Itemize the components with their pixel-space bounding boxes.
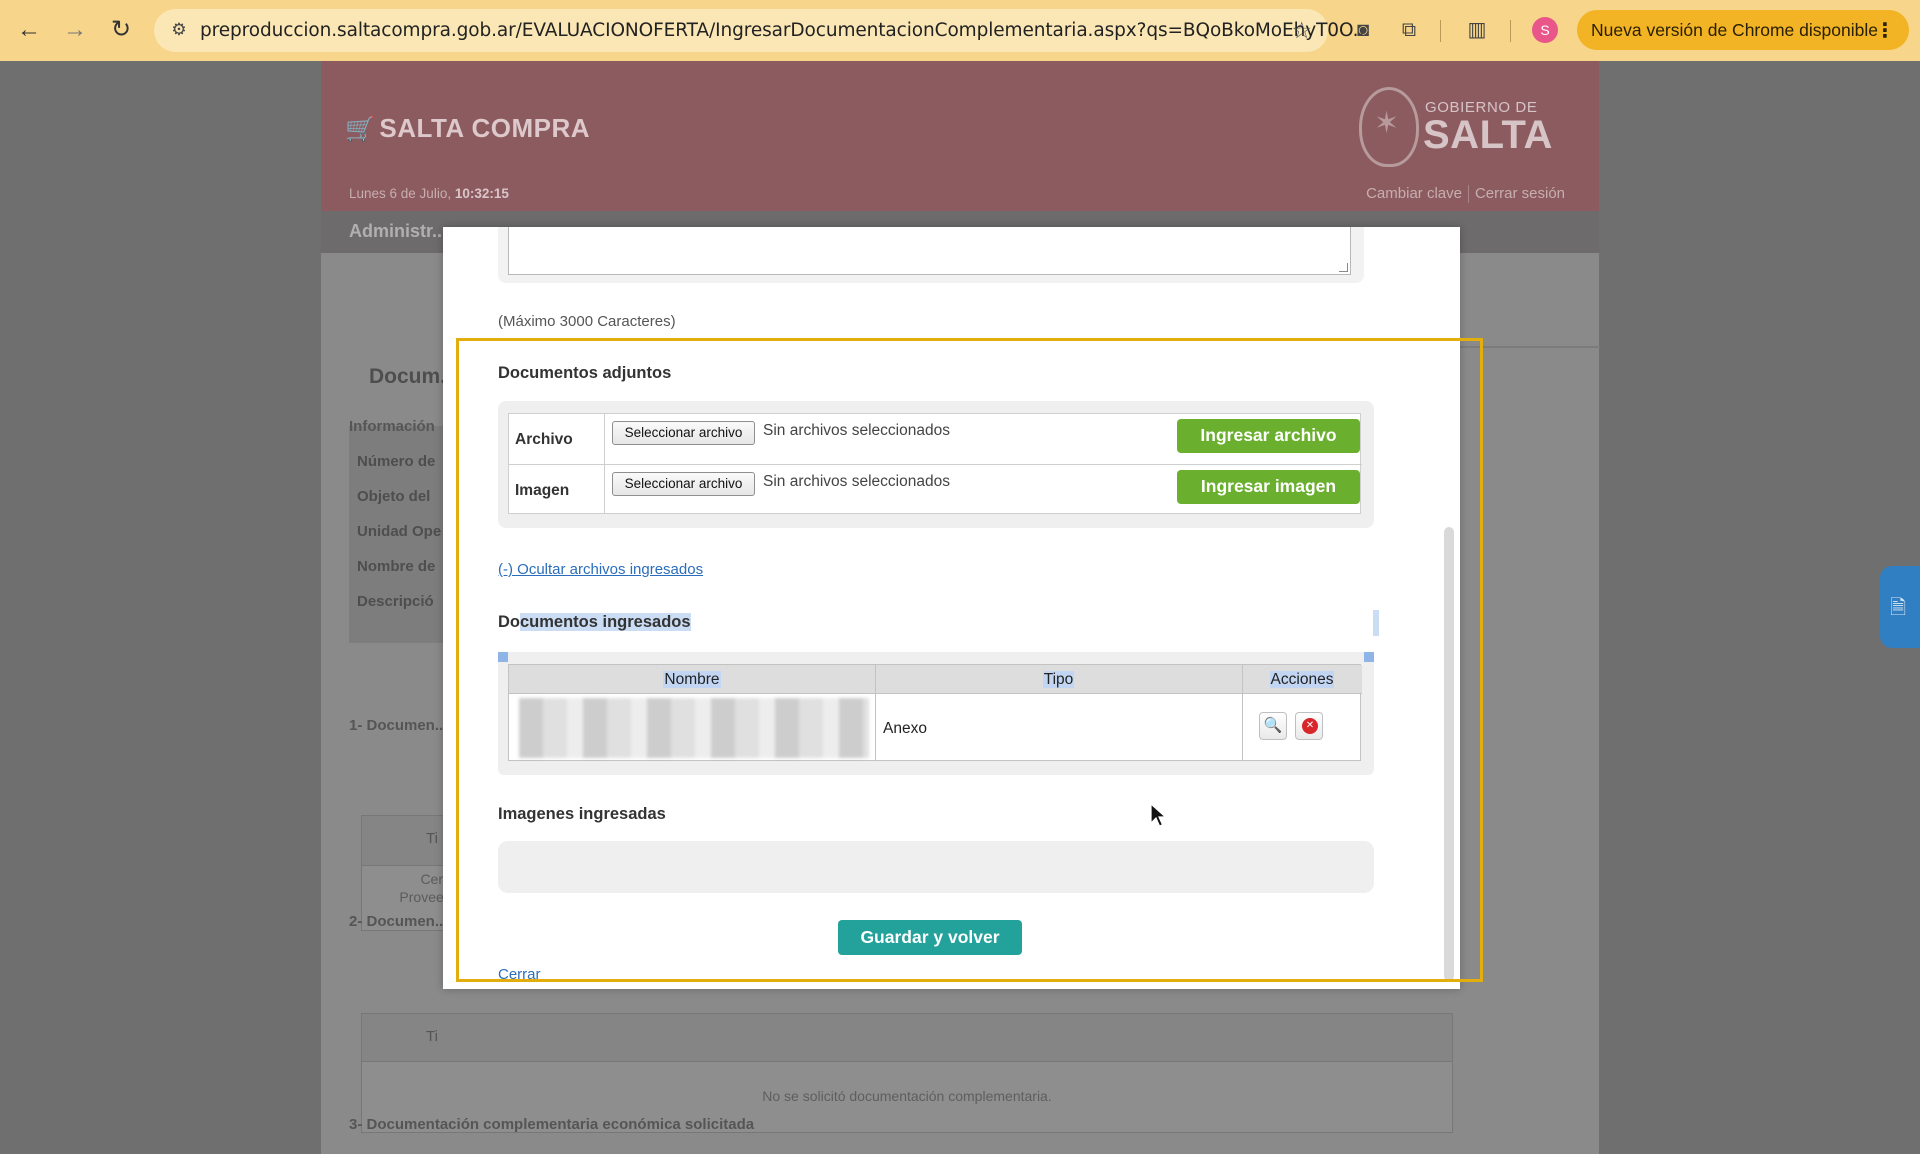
attach-label: Imagen: [515, 482, 570, 499]
attach-label: Archivo: [515, 431, 573, 448]
column-header-nombre: Nombre: [509, 665, 875, 694]
attach-table: Archivo Seleccionar archivo Sin archivos…: [508, 413, 1362, 514]
modal-scrollbar[interactable]: [1444, 527, 1454, 981]
browser-toolbar: ← → ↻ ⚙ preproduccion.saltacompra.gob.ar…: [0, 0, 1920, 61]
background-divider: [1460, 346, 1600, 348]
toolbar-divider: [1440, 20, 1441, 42]
image-status: Sin archivos seleccionados: [763, 473, 950, 490]
cart-icon: 🛒: [345, 116, 376, 143]
uploaded-images-title: Imagenes ingresadas: [498, 805, 666, 823]
gov-line2: SALTA: [1423, 113, 1553, 157]
uploaded-docs-title-a: Do: [498, 613, 520, 631]
forward-arrow-icon[interactable]: →: [60, 15, 90, 45]
column-header-tipo: Tipo: [875, 665, 1242, 694]
logout-link[interactable]: Cerrar sesión: [1475, 185, 1565, 202]
header-links: Cambiar clave Cerrar sesión: [1366, 185, 1565, 204]
change-password-link[interactable]: Cambiar clave: [1366, 185, 1462, 202]
info-label: Información: [349, 418, 435, 435]
brand-text: SALTA COMPRA: [379, 113, 591, 143]
chrome-update-button[interactable]: Nueva versión de Chrome disponible ⋮: [1577, 10, 1909, 50]
view-document-icon[interactable]: 🔍: [1259, 712, 1287, 740]
max-chars-hint: (Máximo 3000 Caracteres): [498, 313, 676, 330]
camera-icon[interactable]: ◙: [1348, 15, 1378, 45]
reload-icon[interactable]: ↻: [106, 15, 136, 45]
background-section-2: 2- Documen...: [349, 913, 448, 930]
selection-handle: [1364, 652, 1374, 662]
attached-docs-title: Documentos adjuntos: [498, 364, 672, 382]
save-and-return-button[interactable]: Guardar y volver: [838, 920, 1022, 955]
redacted-filename: [519, 698, 869, 758]
complementary-docs-modal: (Máximo 3000 Caracteres) Documentos adju…: [443, 227, 1460, 989]
doc-type-cell: Anexo: [883, 720, 927, 737]
salta-compra-logo[interactable]: 🛒 SALTA COMPRA: [345, 113, 590, 144]
url-text[interactable]: preproduccion.saltacompra.gob.ar/EVALUAC…: [200, 20, 1370, 41]
upload-file-button[interactable]: Ingresar archivo: [1177, 419, 1360, 453]
info-row: Nombre de: [357, 558, 436, 575]
hide-uploaded-files-link[interactable]: (-) Ocultar archivos ingresados: [498, 561, 703, 578]
info-row: Unidad Ope: [357, 523, 442, 540]
uploaded-images-panel: [498, 841, 1374, 893]
extensions-icon[interactable]: ⧉: [1394, 15, 1424, 45]
column-header-acciones: Acciones: [1242, 665, 1362, 694]
more-vert-icon: ⋮: [1875, 20, 1895, 42]
current-time: 10:32:15: [454, 186, 509, 201]
textarea-wrapper: [498, 227, 1364, 283]
reading-mode-icon[interactable]: ▥: [1462, 15, 1492, 45]
observations-textarea[interactable]: [508, 227, 1351, 275]
address-bar[interactable]: ⚙ preproduccion.saltacompra.gob.ar/EVALU…: [154, 9, 1370, 52]
uploaded-docs-title-b: cumentos ingresados: [520, 613, 691, 631]
attach-panel: Archivo Seleccionar archivo Sin archivos…: [498, 401, 1374, 528]
attach-row-archivo: Archivo Seleccionar archivo Sin archivos…: [509, 414, 1362, 464]
background-section-1: 1- Documen...: [349, 717, 448, 734]
delete-document-icon[interactable]: [1295, 712, 1323, 740]
background-section-3: 3- Documentación complementaria económic…: [349, 1116, 755, 1133]
uploaded-docs-panel: Nombre Tipo Acciones Anexo 🔍: [498, 652, 1374, 775]
empty-message: No se solicitó documentación complementa…: [762, 1088, 1052, 1104]
bookmark-star-icon[interactable]: ☆: [1291, 17, 1312, 44]
uploaded-docs-title: Documentos ingresados: [498, 613, 691, 632]
selection-handle: [498, 652, 508, 662]
select-file-button[interactable]: Seleccionar archivo: [612, 421, 755, 445]
info-row: Descripció: [357, 593, 434, 610]
background-table-2: Ti No se solicitó documentación compleme…: [361, 1013, 1453, 1133]
selection-highlight: [1373, 610, 1379, 636]
seal-icon: [1359, 87, 1419, 167]
info-row: Número de: [357, 453, 436, 470]
uploaded-docs-table: Nombre Tipo Acciones Anexo 🔍: [508, 664, 1362, 761]
info-row: Objeto del: [357, 488, 431, 505]
table-header: Ti: [362, 1014, 1452, 1062]
gobierno-salta-logo: GOBIERNO DE SALTA: [1359, 85, 1569, 175]
select-image-button[interactable]: Seleccionar archivo: [612, 472, 755, 496]
mouse-cursor-icon: [1150, 803, 1168, 827]
back-arrow-icon[interactable]: ←: [14, 15, 44, 45]
site-header: 🛒SALTA COMPRA GOBIERNO DE SALTA Lunes 6 …: [321, 61, 1599, 253]
chrome-update-label: Nueva versión de Chrome disponible: [1591, 20, 1878, 40]
site-settings-icon[interactable]: ⚙: [168, 19, 190, 41]
document-icon: 🗎: [1890, 597, 1907, 619]
upload-image-button[interactable]: Ingresar imagen: [1177, 470, 1360, 504]
file-status: Sin archivos seleccionados: [763, 422, 950, 439]
close-link[interactable]: Cerrar: [498, 966, 541, 983]
attach-row-imagen: Imagen Seleccionar archivo Sin archivos …: [509, 464, 1362, 514]
side-document-tab[interactable]: 🗎: [1880, 566, 1920, 648]
menu-item-admin[interactable]: Administr...: [349, 221, 447, 242]
profile-avatar[interactable]: S: [1532, 17, 1558, 43]
date-prefix: Lunes 6 de Julio,: [349, 186, 452, 201]
current-date: Lunes 6 de Julio, 10:32:15: [349, 186, 509, 201]
toolbar-divider: [1510, 20, 1511, 42]
